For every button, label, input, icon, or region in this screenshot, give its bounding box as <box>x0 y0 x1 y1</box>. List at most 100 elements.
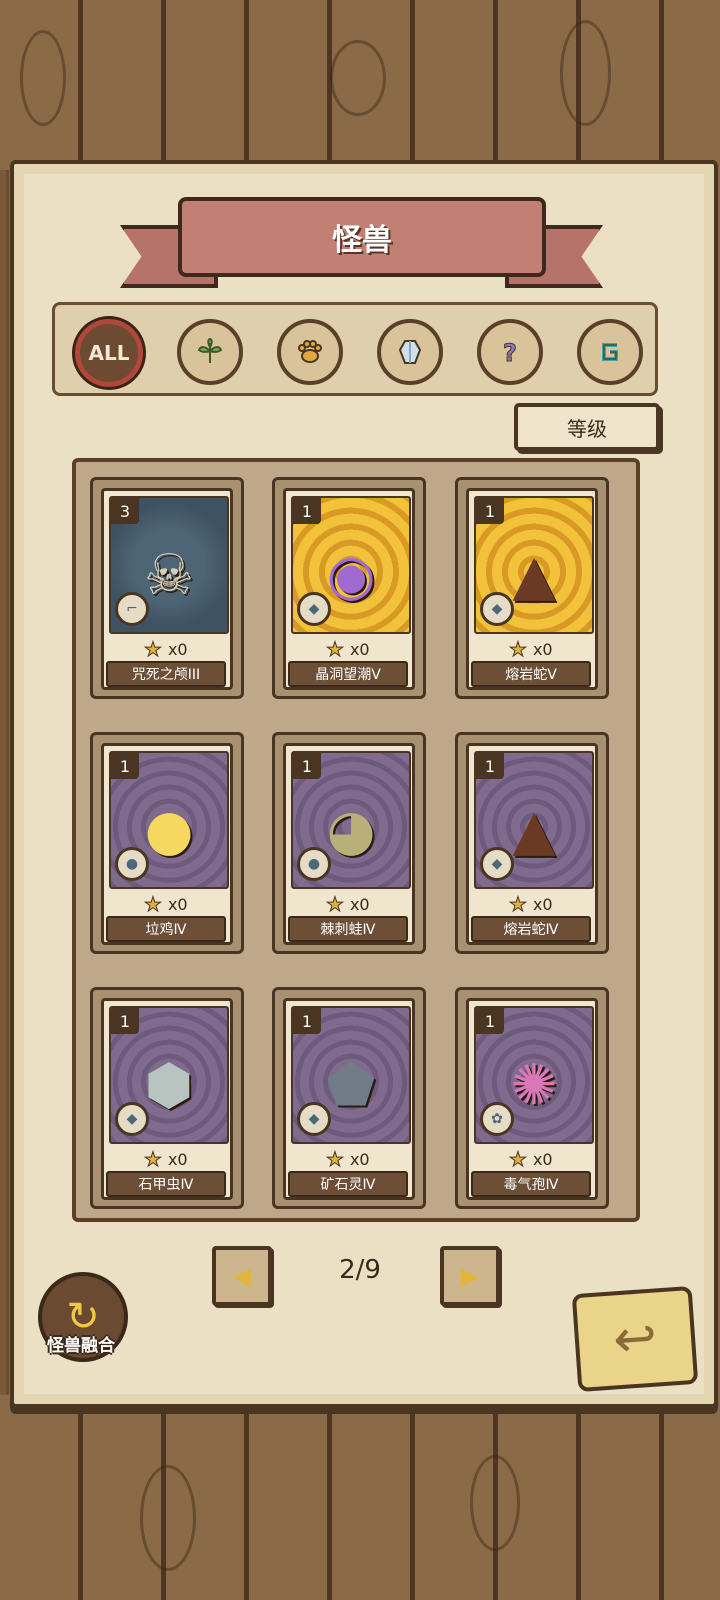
monster-card[interactable]: 1 ⬢ ◆ ★ x0 石甲虫Ⅳ <box>90 987 244 1209</box>
card-art: 1 ◉ ◆ <box>291 496 411 634</box>
lava-snake-icon: ▲ <box>512 797 556 863</box>
card-count: x0 <box>532 1149 553 1169</box>
card-element-paw-icon: ● <box>115 847 149 881</box>
card-art: 1 ✺ ✿ <box>474 1006 594 1144</box>
skull-icon: ☠ <box>143 542 195 608</box>
wood-background-bottom <box>0 1395 720 1600</box>
card-count: x0 <box>167 639 188 659</box>
filter-plant-button[interactable] <box>177 319 243 385</box>
monster-card[interactable]: 1 ✺ ✿ ★ x0 毒气孢Ⅳ <box>455 987 609 1209</box>
card-element-crystal-icon: ◆ <box>115 1102 149 1136</box>
monster-card[interactable]: 1 ◉ ◆ ★ x0 晶洞望潮Ⅴ <box>272 477 426 699</box>
lava-snake-icon: ▲ <box>512 542 556 608</box>
filter-spirit-button[interactable] <box>577 319 643 385</box>
wood-background-top <box>0 0 720 170</box>
star-icon: ★ <box>144 892 163 917</box>
monster-card[interactable]: 3 ☠ ⌐ ★ x0 咒死之颅III <box>90 477 244 699</box>
crystal-icon <box>398 340 422 364</box>
monster-card[interactable]: 1 ● ● ★ x0 垃鸡Ⅳ <box>90 732 244 954</box>
wood-knot <box>20 30 66 126</box>
card-inner: 1 ● ● ★ x0 垃鸡Ⅳ <box>101 743 233 945</box>
page-indicator: 2/9 <box>339 1255 381 1285</box>
leaf-icon <box>197 337 223 363</box>
card-count: x0 <box>349 1149 370 1169</box>
card-element-crystal-icon: ◆ <box>297 592 331 626</box>
card-level: 3 <box>111 498 139 524</box>
question-icon: ? <box>503 339 518 368</box>
card-star-count: ★ x0 <box>326 892 370 917</box>
ore-spirit-icon: ⬟ <box>326 1052 376 1118</box>
card-star-count: ★ x0 <box>326 1147 370 1172</box>
card-star-count: ★ x0 <box>144 1147 188 1172</box>
card-inner: 1 ◉ ◆ ★ x0 晶洞望潮Ⅴ <box>283 488 415 690</box>
return-arrow-icon: ↩ <box>611 1307 659 1371</box>
card-art: 1 ⬢ ◆ <box>109 1006 229 1144</box>
star-icon: ★ <box>326 1147 345 1172</box>
filter-beast-button[interactable] <box>277 319 343 385</box>
back-button[interactable]: ↩ <box>571 1285 699 1393</box>
card-level: 1 <box>111 1008 139 1034</box>
card-art: 1 ▲ ◆ <box>474 496 594 634</box>
monster-card[interactable]: 1 ▲ ◆ ★ x0 熔岩蛇Ⅴ <box>455 477 609 699</box>
card-count: x0 <box>167 894 188 914</box>
card-art: 1 ● ● <box>109 751 229 889</box>
next-page-button[interactable]: ▶ <box>440 1246 500 1306</box>
swirl-icon <box>602 343 618 361</box>
card-name: 咒死之颅III <box>106 661 226 687</box>
star-icon: ★ <box>326 637 345 662</box>
card-inner: 3 ☠ ⌐ ★ x0 咒死之颅III <box>101 488 233 690</box>
card-name: 矿石灵Ⅳ <box>288 1171 408 1197</box>
paw-icon <box>298 340 322 363</box>
monster-card[interactable]: 1 ▲ ◆ ★ x0 熔岩蛇Ⅳ <box>455 732 609 954</box>
prev-page-button[interactable]: ◀ <box>212 1246 272 1306</box>
sort-by-level-button[interactable]: 等级 <box>514 403 660 451</box>
card-star-count: ★ x0 <box>144 892 188 917</box>
card-element-swirl-icon: ⌐ <box>115 592 149 626</box>
card-name: 毒气孢Ⅳ <box>471 1171 591 1197</box>
card-star-count: ★ x0 <box>144 637 188 662</box>
filter-crystal-button[interactable] <box>377 319 443 385</box>
card-element-crystal-icon: ◆ <box>480 847 514 881</box>
card-art: 1 ◕ ● <box>291 751 411 889</box>
card-level: 1 <box>293 753 321 779</box>
spiky-toad-icon: ◕ <box>326 797 376 863</box>
card-level: 1 <box>476 753 504 779</box>
card-name: 熔岩蛇Ⅴ <box>471 661 591 687</box>
rock-beetle-icon: ⬢ <box>144 1052 194 1118</box>
monster-card[interactable]: 1 ◕ ● ★ x0 棘刺蛙Ⅳ <box>272 732 426 954</box>
card-count: x0 <box>167 1149 188 1169</box>
crystal-octopus-icon: ◉ <box>326 542 376 608</box>
card-inner: 1 ⬢ ◆ ★ x0 石甲虫Ⅳ <box>101 998 233 1200</box>
filter-unknown-button[interactable]: ? <box>477 319 543 385</box>
all-badge-icon: ALL <box>88 341 130 365</box>
card-count: x0 <box>532 639 553 659</box>
triangle-right-icon: ▶ <box>460 1262 480 1290</box>
card-count: x0 <box>349 639 370 659</box>
card-level: 1 <box>293 498 321 524</box>
wood-knot <box>560 20 611 126</box>
star-icon: ★ <box>509 637 528 662</box>
card-count: x0 <box>349 894 370 914</box>
filter-all-button[interactable]: ALL <box>75 319 143 387</box>
card-count: x0 <box>532 894 553 914</box>
wood-knot <box>140 1465 196 1571</box>
card-inner: 1 ▲ ◆ ★ x0 熔岩蛇Ⅴ <box>466 488 598 690</box>
card-level: 1 <box>293 1008 321 1034</box>
card-name: 垃鸡Ⅳ <box>106 916 226 942</box>
card-name: 棘刺蛙Ⅳ <box>288 916 408 942</box>
card-inner: 1 ▲ ◆ ★ x0 熔岩蛇Ⅳ <box>466 743 598 945</box>
star-icon: ★ <box>326 892 345 917</box>
card-element-leaf-icon: ✿ <box>480 1102 514 1136</box>
monster-card[interactable]: 1 ⬟ ◆ ★ x0 矿石灵Ⅳ <box>272 987 426 1209</box>
card-element-crystal-icon: ◆ <box>480 592 514 626</box>
card-star-count: ★ x0 <box>509 1147 553 1172</box>
card-star-count: ★ x0 <box>509 892 553 917</box>
card-art: 1 ⬟ ◆ <box>291 1006 411 1144</box>
card-level: 1 <box>476 1008 504 1034</box>
card-star-count: ★ x0 <box>509 637 553 662</box>
card-name: 熔岩蛇Ⅳ <box>471 916 591 942</box>
wood-knot <box>470 1455 520 1551</box>
card-level: 1 <box>111 753 139 779</box>
monster-fusion-label: 怪兽融合 <box>47 1336 115 1356</box>
wood-knot <box>330 40 386 116</box>
